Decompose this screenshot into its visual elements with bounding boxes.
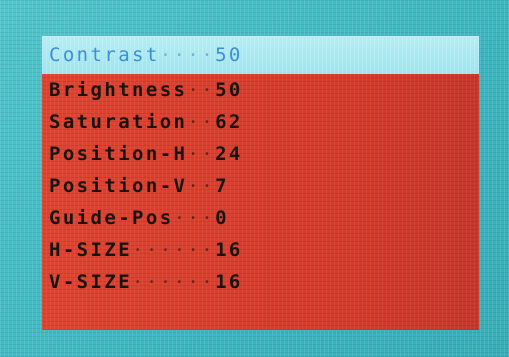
menu-item-h-size[interactable]: H-SIZE ······ 16 (42, 234, 479, 266)
menu-item-label: H-SIZE (49, 239, 133, 261)
menu-item-dots: ··· (173, 207, 216, 229)
menu-item-label: Brightness (49, 79, 188, 101)
menu-item-dots: ······ (132, 239, 216, 261)
menu-item-value: 62 (215, 111, 243, 133)
osd-menu: Contrast ···· 50 Brightness ·· 50 Saturation… (42, 36, 479, 330)
menu-item-label: Guide-Pos (49, 207, 174, 229)
menu-item-dots: ·· (187, 175, 216, 197)
menu-item-dots: ·· (187, 143, 216, 165)
menu-item-value: 50 (215, 79, 243, 101)
menu-item-value: 16 (215, 239, 243, 261)
menu-item-dots: ······ (132, 271, 216, 293)
menu-item-value: 7 (215, 175, 229, 197)
menu-item-dots: ·· (187, 111, 216, 133)
menu-item-contrast[interactable]: Contrast ···· 50 (42, 36, 479, 74)
menu-item-value: 0 (215, 207, 229, 229)
menu-item-value: 50 (215, 44, 243, 66)
menu-item-position-v[interactable]: Position-V ·· 7 (42, 170, 479, 202)
menu-item-label: Saturation (49, 111, 188, 133)
menu-item-position-h[interactable]: Position-H ·· 24 (42, 138, 479, 170)
menu-item-label: V-SIZE (49, 271, 133, 293)
menu-item-label: Contrast (49, 44, 160, 66)
menu-item-brightness[interactable]: Brightness ·· 50 (42, 74, 479, 106)
menu-item-label: Position-H (49, 143, 188, 165)
menu-item-value: 24 (215, 143, 243, 165)
menu-item-saturation[interactable]: Saturation ·· 62 (42, 106, 479, 138)
menu-item-dots: ···· (159, 44, 216, 66)
menu-item-dots: ·· (187, 79, 216, 101)
menu-item-guide-pos[interactable]: Guide-Pos ··· 0 (42, 202, 479, 234)
menu-item-label: Position-V (49, 175, 188, 197)
menu-item-value: 16 (215, 271, 243, 293)
menu-item-v-size[interactable]: V-SIZE ······ 16 (42, 266, 479, 298)
